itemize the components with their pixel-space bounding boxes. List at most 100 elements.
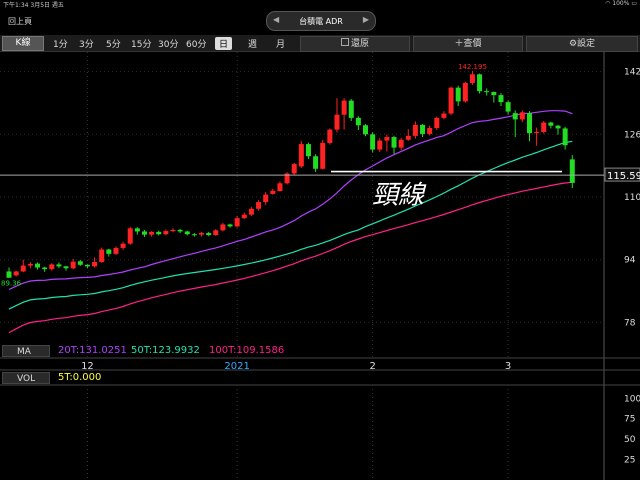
candle-body [206, 233, 212, 236]
candle [434, 116, 440, 130]
candle [484, 88, 490, 96]
candle-body [120, 243, 126, 248]
candle [84, 264, 90, 268]
candle-body [477, 74, 483, 92]
candle [134, 227, 140, 235]
candle-body [548, 122, 554, 126]
candle [491, 91, 497, 103]
candle [370, 132, 376, 153]
candle-body [92, 262, 98, 267]
candle [405, 129, 411, 141]
candle [555, 124, 561, 135]
candle-body [384, 137, 390, 141]
candle-body [334, 114, 340, 130]
candle [526, 111, 532, 142]
candle-body [227, 224, 233, 227]
price-tick-label: 110 [624, 193, 640, 203]
candle [206, 231, 212, 237]
candle [248, 206, 254, 217]
candle [455, 85, 461, 107]
candle-body [434, 117, 440, 129]
candle [498, 93, 504, 107]
candle [327, 128, 333, 145]
candle [420, 124, 426, 138]
candle [313, 154, 319, 172]
ma-label[interactable]: MA [2, 345, 50, 357]
candle-body [35, 263, 41, 268]
candle-body [234, 218, 240, 227]
candle [149, 231, 155, 237]
candle [441, 111, 447, 120]
candle-body [298, 144, 304, 167]
price-chart[interactable]: 12 2021 2 31421261109478100755025 115.59142… [0, 0, 640, 480]
candle [49, 263, 55, 271]
candle-body [163, 231, 169, 235]
candle-body [391, 137, 397, 148]
candle-body [49, 264, 55, 270]
price-tick-label: 78 [624, 318, 636, 328]
candle-body [277, 183, 283, 192]
candle-body [491, 91, 497, 96]
candle-body [99, 249, 105, 263]
candle [241, 212, 247, 219]
candle [77, 260, 83, 266]
candle [391, 135, 397, 155]
candle [177, 228, 183, 234]
ma100-line [8, 181, 573, 334]
vol-label[interactable]: VOL [2, 372, 50, 384]
candle [291, 162, 297, 176]
candle-body [113, 247, 119, 254]
low-label: 89.36 [1, 280, 22, 288]
high-label: 142.195 [458, 63, 487, 71]
candle-body [248, 208, 254, 215]
candle [199, 231, 205, 237]
candle [298, 140, 304, 168]
candle-body [348, 100, 354, 118]
candle-body [562, 128, 568, 146]
candle [234, 215, 240, 228]
candle-body [42, 267, 48, 270]
candle-body [320, 142, 326, 169]
candle-body [363, 125, 368, 135]
candle-body [526, 113, 532, 134]
candle-body [263, 194, 269, 203]
candle [113, 246, 119, 255]
candle [477, 73, 483, 94]
candle-body [13, 271, 19, 276]
candle-body [412, 124, 418, 136]
candle [348, 99, 354, 121]
candle [284, 172, 290, 185]
candle [562, 126, 568, 150]
candle [170, 228, 176, 233]
candle [141, 229, 147, 237]
candle-body [191, 234, 197, 236]
candle-body [220, 224, 226, 231]
candle-body [77, 261, 83, 265]
candle-body [512, 113, 518, 120]
candle [63, 265, 69, 271]
candle-body [469, 74, 475, 83]
candle-body [141, 231, 147, 235]
candle [27, 262, 33, 269]
candle-body [170, 229, 176, 232]
candle-body [505, 102, 511, 112]
candle [13, 270, 19, 277]
candle [184, 230, 190, 236]
candle-body [448, 87, 454, 114]
candle [256, 200, 262, 211]
vol5-value: 5T:0.000 [58, 372, 102, 383]
candle [227, 223, 233, 228]
candle [541, 120, 547, 134]
volume-tick-label: 25 [624, 456, 635, 466]
candle [519, 110, 525, 123]
candle [448, 86, 454, 116]
candle [534, 127, 540, 146]
candle [127, 226, 133, 245]
candle [341, 98, 347, 130]
candle [156, 230, 162, 236]
candle [398, 137, 404, 150]
ma20-value: 20T:131.0251 [58, 345, 127, 356]
candle-body [377, 140, 383, 150]
candle-body [355, 117, 361, 126]
volume-tick-label: 50 [624, 435, 636, 445]
